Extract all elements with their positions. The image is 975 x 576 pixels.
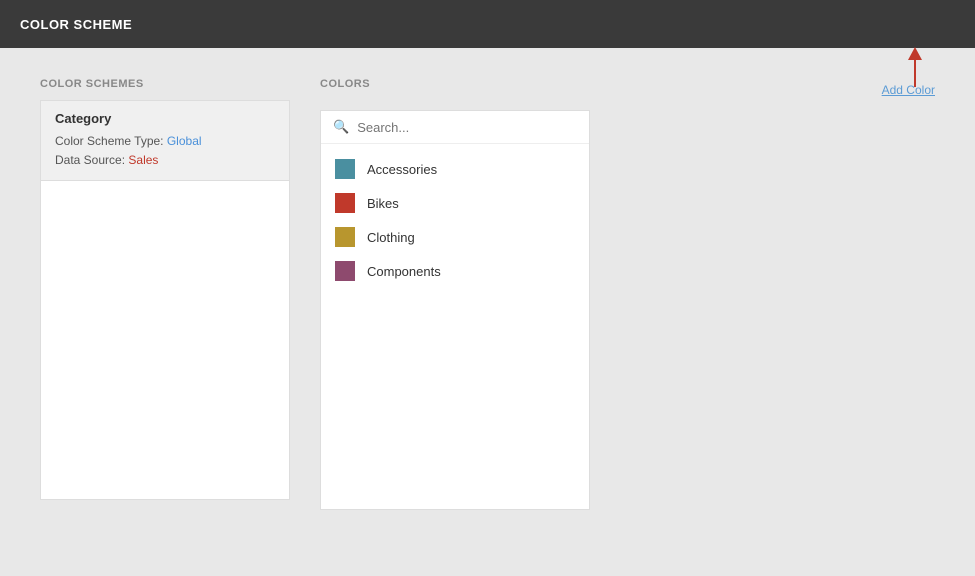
left-panel: COLOR SCHEMES Category Color Scheme Type… [40, 78, 290, 510]
app-title: COLOR SCHEME [20, 17, 132, 32]
main-content: COLOR SCHEMES Category Color Scheme Type… [0, 48, 975, 540]
colors-label: COLORS [320, 78, 370, 90]
colors-panel: 🔍 Accessories Bikes Clothing [320, 110, 590, 510]
scheme-source-value: Sales [128, 153, 158, 167]
list-item[interactable]: Components [321, 254, 589, 288]
color-name-clothing: Clothing [367, 230, 415, 245]
search-bar: 🔍 [321, 111, 589, 144]
arrow-annotation [890, 42, 940, 92]
list-item[interactable]: Bikes [321, 186, 589, 220]
colors-header: COLORS Add Color [320, 78, 935, 100]
scheme-type-label: Color Scheme Type: [55, 134, 164, 148]
color-swatch-components [335, 261, 355, 281]
color-swatch-bikes [335, 193, 355, 213]
scheme-type-value: Global [167, 134, 202, 148]
search-icon: 🔍 [333, 119, 349, 135]
color-list: Accessories Bikes Clothing Components [321, 144, 589, 296]
color-swatch-clothing [335, 227, 355, 247]
color-swatch-accessories [335, 159, 355, 179]
color-name-accessories: Accessories [367, 162, 437, 177]
color-name-bikes: Bikes [367, 196, 399, 211]
scheme-item-title: Category [55, 111, 275, 126]
scheme-item[interactable]: Category Color Scheme Type: Global Data … [41, 101, 289, 181]
list-item[interactable]: Clothing [321, 220, 589, 254]
right-panel: COLORS Add Color 🔍 Accessories [320, 78, 935, 510]
search-input[interactable] [357, 120, 577, 135]
color-name-components: Components [367, 264, 441, 279]
list-item[interactable]: Accessories [321, 152, 589, 186]
app-header: COLOR SCHEME [0, 0, 975, 48]
add-color-container: Add Color [882, 82, 935, 97]
scheme-source-label: Data Source: [55, 153, 125, 167]
scheme-item-meta: Color Scheme Type: Global Data Source: S… [55, 132, 275, 170]
color-schemes-list: Category Color Scheme Type: Global Data … [40, 100, 290, 500]
color-schemes-label: COLOR SCHEMES [40, 78, 290, 90]
